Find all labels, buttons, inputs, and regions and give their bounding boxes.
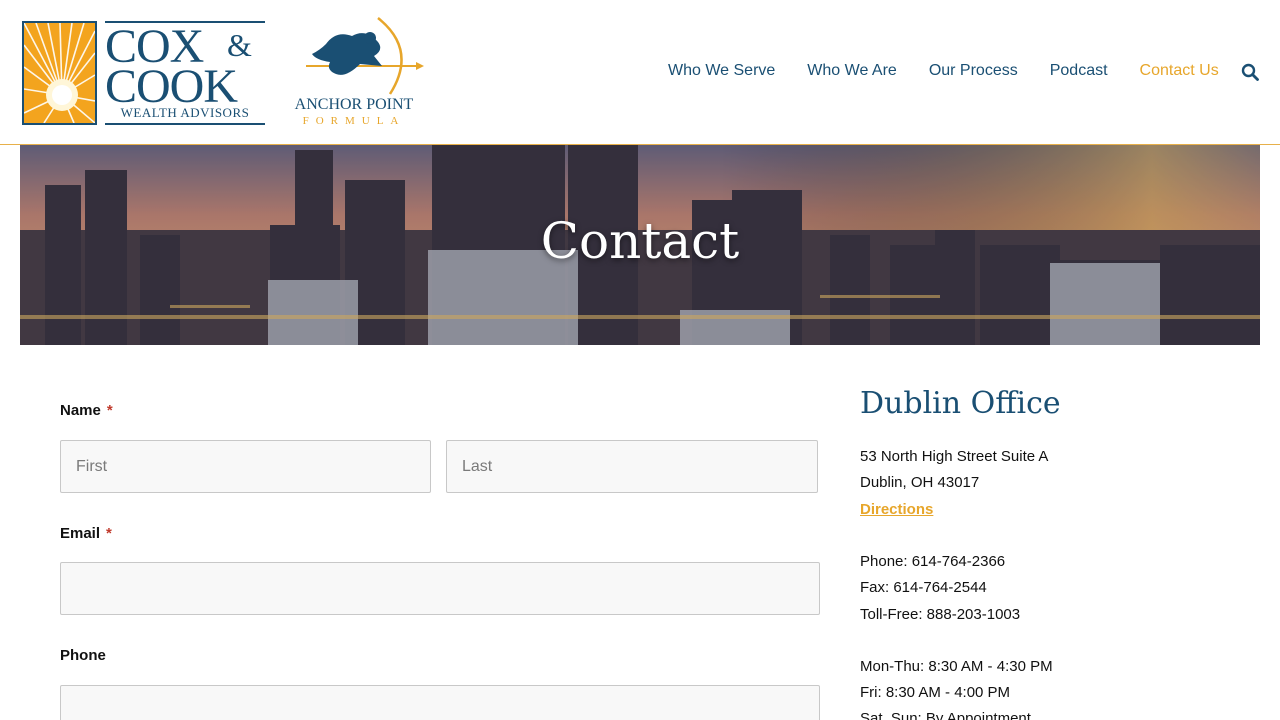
email-input[interactable]: [60, 562, 820, 615]
wealth-advisors-text: WEALTH ADVISORS: [120, 105, 250, 120]
nav-contact-us[interactable]: Contact Us: [1140, 62, 1219, 80]
archer-icon: [306, 17, 424, 95]
site-header: COX & COOK WEALTH ADVISORS ANCHOR POINT …: [0, 0, 1280, 145]
nav-who-we-serve[interactable]: Who We Serve: [668, 62, 775, 80]
nav-who-we-are[interactable]: Who We Are: [807, 62, 897, 80]
formula-text: FORMULA: [302, 115, 406, 127]
hero-banner: Contact: [20, 145, 1260, 345]
office-phone: Phone: 614-764-2366: [860, 553, 1006, 570]
directions-link[interactable]: Directions: [860, 501, 933, 518]
phone-label: Phone: [60, 647, 106, 664]
page-title: Contact: [540, 212, 740, 270]
name-label: Name *: [60, 402, 113, 419]
office-hours-friday: Fri: 8:30 AM - 4:00 PM: [860, 684, 1011, 701]
office-fax: Fax: 614-764-2544: [860, 579, 987, 596]
main-nav: Who We Serve Who We Are Our Process Podc…: [668, 62, 1251, 80]
office-title: Dublin Office: [860, 386, 1061, 421]
office-tollfree: Toll-Free: 888-203-1003: [860, 606, 1021, 623]
office-address-line1: 53 North High Street Suite A: [860, 448, 1049, 465]
name-label-text: Name: [60, 402, 101, 419]
required-mark: *: [106, 402, 113, 419]
required-mark: *: [106, 525, 112, 542]
anchor-point-text: ANCHOR POINT: [294, 96, 414, 113]
office-address-line2: Dublin, OH 43017: [860, 474, 980, 491]
office-hours-weekend: Sat, Sun: By Appointment: [860, 710, 1031, 720]
cook-word: COOK: [105, 60, 238, 113]
ampersand: &: [227, 27, 252, 63]
last-name-input[interactable]: [446, 440, 818, 493]
nav-our-process[interactable]: Our Process: [929, 62, 1018, 80]
first-name-input[interactable]: [60, 440, 431, 493]
cox-cook-logo[interactable]: COX & COOK WEALTH ADVISORS: [22, 21, 265, 125]
anchor-point-logo[interactable]: ANCHOR POINT FORMULA: [286, 14, 426, 129]
phone-input[interactable]: [60, 685, 820, 720]
search-icon[interactable]: [1241, 63, 1259, 81]
email-label-text: Email: [60, 525, 101, 542]
office-info: Dublin Office 53 North High Street Suite…: [860, 384, 1240, 720]
nav-podcast[interactable]: Podcast: [1050, 62, 1108, 80]
cox-cook-wordmark: COX & COOK WEALTH ADVISORS: [105, 21, 265, 125]
sunburst-icon: [22, 21, 97, 125]
office-hours-weekday: Mon-Thu: 8:30 AM - 4:30 PM: [860, 658, 1053, 675]
email-label: Email *: [60, 525, 112, 542]
